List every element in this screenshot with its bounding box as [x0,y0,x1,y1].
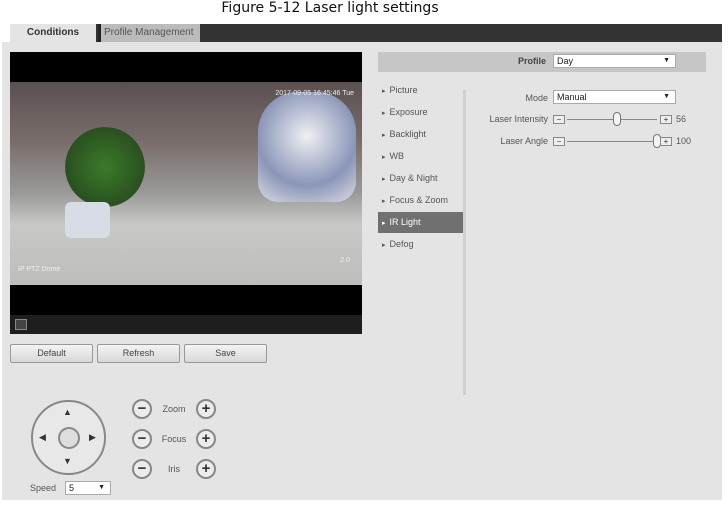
menu-item-label: Focus & Zoom [389,195,449,205]
laser-angle-label: Laser Angle [500,136,548,146]
bullet-icon: ▸ [382,198,386,205]
laser-angle-slider-track[interactable] [567,141,657,142]
menu-item-day-night[interactable]: ▸ Day & Night [378,168,463,189]
figure-title: Figure 5-12 Laser light settings [221,0,439,16]
ptz-direction-pad[interactable]: ▲ ▼ ◀ ▶ [31,400,106,475]
menu-item-label: Day & Night [389,173,438,183]
iris-minus-button[interactable]: − [132,459,152,479]
profile-label: Profile [518,56,547,66]
default-button[interactable]: Default [10,344,93,363]
mode-value: Manual [557,92,587,102]
menu-item-focus-zoom[interactable]: ▸ Focus & Zoom [378,190,463,211]
menu-item-wb[interactable]: ▸ WB [378,146,463,167]
menu-item-label: Backlight [389,129,427,139]
osd-channel-name: IP PTZ Dome [18,266,61,273]
mode-select[interactable]: Manual ▼ [553,90,676,104]
laser-intensity-decrease-button[interactable]: − [553,115,565,124]
laser-intensity-slider-thumb[interactable] [613,112,622,126]
tab-profile-management[interactable]: Profile Management [98,24,200,42]
zoom-plus-button[interactable]: + [196,399,216,419]
chevron-down-icon: ▼ [98,484,105,491]
menu-item-label: IR Light [389,217,421,227]
zoom-minus-button[interactable]: − [132,399,152,419]
iris-plus-button[interactable]: + [196,459,216,479]
vase-image [258,92,356,202]
bullet-icon: ▸ [382,88,386,95]
menu-item-label: Picture [389,85,418,95]
fullscreen-icon[interactable] [15,319,27,330]
camera-feed: 2017-09-05 16:45:46 Tue 2.0 IP PTZ Dome [10,82,362,285]
laser-angle-increase-button[interactable]: + [660,137,672,146]
ptz-center-button[interactable] [58,427,80,449]
laser-intensity-value: 56 [676,114,687,124]
menu-item-ir-light[interactable]: ▸ IR Light [378,212,463,233]
menu-item-label: Exposure [389,107,428,117]
speed-select[interactable]: 5 ▼ [65,481,111,495]
profile-select[interactable]: Day ▼ [553,54,676,68]
save-button[interactable]: Save [184,344,267,363]
bullet-icon: ▸ [382,132,386,139]
chevron-down-icon: ▼ [663,57,670,64]
focus-plus-button[interactable]: + [196,429,216,449]
menu-item-label: Defog [389,239,414,249]
speed-value: 5 [69,483,75,493]
refresh-button[interactable]: Refresh [97,344,180,363]
speed-label: Speed [30,483,57,493]
osd-zoom: 2.0 [340,257,350,264]
bullet-icon: ▸ [382,220,386,227]
focus-minus-button[interactable]: − [132,429,152,449]
bullet-icon: ▸ [382,176,386,183]
menu-item-defog[interactable]: ▸ Defog [378,234,463,255]
profile-value: Day [557,56,574,66]
arrow-right-icon[interactable]: ▶ [89,432,96,443]
arrow-down-icon[interactable]: ▼ [63,456,72,466]
arrow-left-icon[interactable]: ◀ [39,432,46,443]
bullet-icon: ▸ [382,242,386,249]
bullet-icon: ▸ [382,110,386,117]
laser-intensity-increase-button[interactable]: + [660,115,672,124]
menu-item-label: WB [389,151,405,161]
video-control-bar [10,315,362,334]
laser-intensity-slider-track[interactable] [567,119,657,120]
zoom-label: Zoom [162,404,186,414]
focus-label: Focus [161,434,187,444]
profile-bar: Profile Day ▼ [378,52,706,72]
laser-angle-decrease-button[interactable]: − [553,137,565,146]
tab-conditions[interactable]: Conditions [10,24,96,42]
laser-intensity-label: Laser Intensity [489,114,548,124]
laser-angle-value: 100 [676,136,692,146]
bullet-icon: ▸ [382,154,386,161]
mode-label: Mode [525,93,548,103]
osd-time: 2017-09-05 16:45:46 Tue [275,90,354,97]
chevron-down-icon: ▼ [663,93,670,100]
iris-label: Iris [168,464,180,474]
live-video: 2017-09-05 16:45:46 Tue 2.0 IP PTZ Dome [10,52,362,334]
pot-image [65,202,110,238]
tab-bar: Conditions Profile Management [10,24,722,42]
arrow-up-icon[interactable]: ▲ [63,407,72,417]
plant-image [65,127,145,207]
